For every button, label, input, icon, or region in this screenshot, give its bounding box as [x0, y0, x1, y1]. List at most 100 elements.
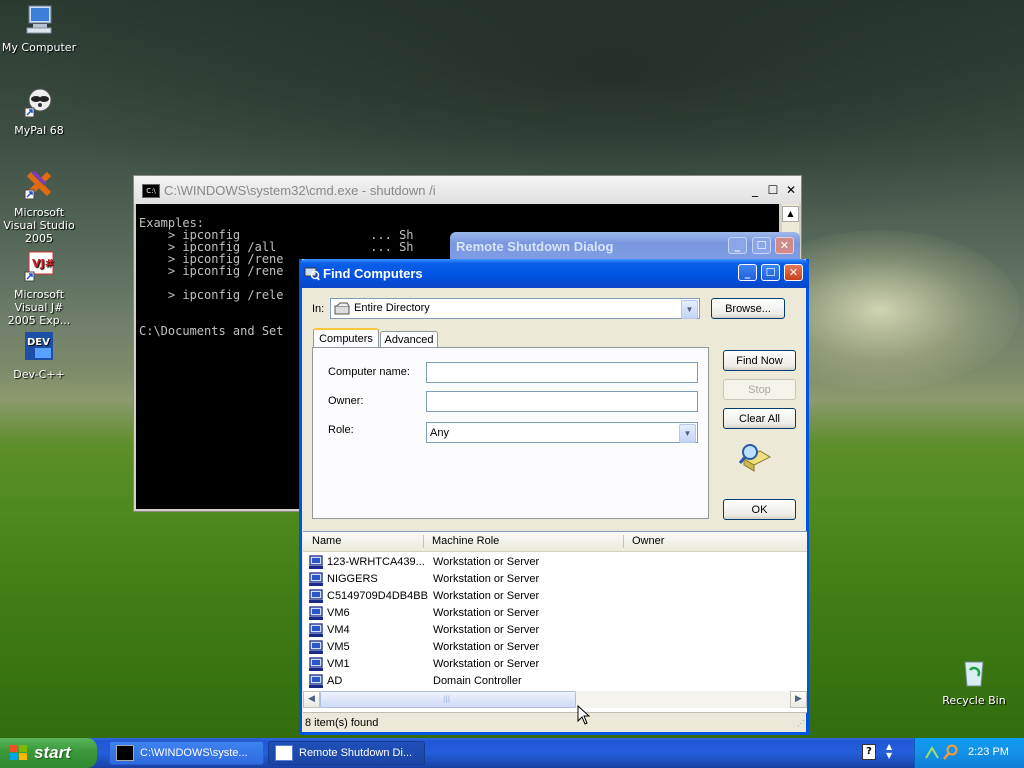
find-computers-window[interactable]: Find Computers _ ☐ ✕ In: Entire Director… — [299, 259, 809, 735]
minimize-icon[interactable]: _ — [728, 237, 747, 254]
desktop-icon-mypal[interactable]: MyPal 68 — [0, 86, 79, 137]
close-icon[interactable]: ✕ — [775, 237, 794, 254]
computer-icon — [309, 656, 323, 671]
table-row[interactable]: VM4 Workstation or Server — [309, 621, 539, 638]
minimize-icon[interactable]: _ — [746, 182, 764, 198]
computer-icon — [309, 554, 323, 569]
results-hscrollbar[interactable]: ◀ ||| ▶ — [303, 691, 807, 708]
computer-icon — [309, 622, 323, 637]
search-icon[interactable] — [943, 744, 959, 760]
role-dropdown[interactable]: Any ▼ — [426, 422, 698, 443]
console-icon — [116, 745, 134, 761]
taskbar-item-remote-shutdown[interactable]: Remote Shutdown Di... — [268, 741, 425, 765]
find-computers-titlebar[interactable]: Find Computers _ ☐ ✕ — [299, 259, 809, 288]
row-role: Workstation or Server — [433, 606, 540, 619]
remote-shutdown-window[interactable]: Remote Shutdown Dialog _ ☐ ✕ — [450, 232, 800, 262]
desktop-icon-recycle-bin[interactable]: Recycle Bin — [934, 656, 1014, 707]
maximize-icon[interactable]: ☐ — [752, 237, 771, 254]
computer-icon — [309, 673, 323, 688]
table-row[interactable]: AD Domain Controller — [309, 672, 522, 689]
close-icon[interactable]: ✕ — [782, 182, 800, 198]
results-list[interactable]: Name Machine Role Owner 123-WRHTCA439...… — [303, 531, 807, 712]
clock[interactable]: 2:23 PM — [968, 746, 1009, 758]
scroll-right-icon[interactable]: ▶ — [790, 691, 807, 708]
role-dropdown-value: Any — [430, 427, 449, 439]
taskbar-item-label: C:\WINDOWS\syste... — [140, 747, 248, 759]
taskbar-item-cmd[interactable]: C:\WINDOWS\syste... — [109, 741, 264, 765]
close-icon[interactable]: ✕ — [784, 264, 803, 281]
desktop-icon-dev-cpp[interactable]: DEV Dev-C++ — [0, 330, 79, 381]
desktop-icon-my-computer[interactable]: My Computer — [0, 3, 79, 54]
table-row[interactable]: VM5 Workstation or Server — [309, 638, 539, 655]
cmd-titlebar[interactable]: C:\ C:\WINDOWS\system32\cmd.exe - shutdo… — [134, 176, 801, 204]
ok-button[interactable]: OK — [723, 499, 796, 520]
browse-button[interactable]: Browse... — [711, 298, 785, 319]
row-name: NIGGERS — [327, 572, 378, 585]
table-row[interactable]: C5149709D4DB4BB Workstation or Server — [309, 587, 539, 604]
raccoon-icon — [24, 88, 52, 118]
start-button[interactable]: start — [0, 738, 97, 768]
desktop-icon-label: Microsoft Visual Studio 2005 — [3, 206, 75, 245]
start-label: start — [34, 743, 71, 762]
visual-jsharp-icon: VJ# — [24, 251, 54, 282]
row-role: Workstation or Server — [433, 572, 540, 585]
computer-name-input[interactable] — [426, 362, 698, 383]
column-header-name[interactable]: Name — [312, 535, 341, 547]
svg-text:VJ#: VJ# — [32, 257, 54, 270]
clear-all-button[interactable]: Clear All — [723, 408, 796, 429]
resize-grip-icon[interactable]: ⋰ — [797, 719, 805, 728]
stop-button[interactable]: Stop — [723, 379, 796, 400]
chevron-down-icon[interactable]: ▼ — [681, 300, 698, 319]
console-line: > ipconfig /rele — [139, 288, 284, 302]
row-name: C5149709D4DB4BB — [327, 589, 428, 602]
status-text: 8 item(s) found — [305, 717, 379, 729]
table-row[interactable]: NIGGERS Workstation or Server — [309, 570, 539, 587]
computer-icon — [309, 639, 323, 654]
row-role: Workstation or Server — [433, 623, 540, 636]
column-divider[interactable] — [623, 535, 624, 548]
column-header-machine-role[interactable]: Machine Role — [432, 535, 499, 547]
windows-logo-icon — [10, 745, 27, 760]
maximize-icon[interactable]: ☐ — [764, 182, 782, 198]
column-header-owner[interactable]: Owner — [632, 535, 664, 547]
row-name: VM6 — [327, 606, 350, 619]
console-line: C:\Documents and Set — [139, 324, 284, 338]
in-dropdown[interactable]: Entire Directory ▼ — [330, 298, 700, 319]
minimize-icon[interactable]: _ — [738, 264, 757, 281]
desktop-icon-visual-studio[interactable]: Microsoft Visual Studio 2005 — [0, 168, 79, 245]
desktop-icon-label: Microsoft Visual J# 2005 Exp... — [7, 288, 71, 327]
help-icon[interactable]: ? — [862, 744, 876, 760]
dev-cpp-icon: DEV — [25, 332, 53, 360]
directory-icon — [334, 302, 350, 315]
find-now-button[interactable]: Find Now — [723, 350, 796, 371]
owner-input[interactable] — [426, 391, 698, 412]
desktop-icon-label: My Computer — [1, 41, 77, 54]
in-label: In: — [312, 303, 325, 315]
row-role: Workstation or Server — [433, 657, 540, 670]
table-row[interactable]: VM1 Workstation or Server — [309, 655, 539, 672]
taskbar: start C:\WINDOWS\syste... Remote Shutdow… — [0, 738, 1024, 768]
computer-icon — [309, 571, 323, 586]
column-divider[interactable] — [423, 535, 424, 548]
computer-icon — [309, 605, 323, 620]
find-computers-title: Find Computers — [323, 266, 423, 281]
role-label: Role: — [328, 424, 354, 436]
network-icon[interactable] — [924, 744, 940, 760]
scroll-thumb[interactable]: ||| — [320, 691, 576, 708]
scroll-left-icon[interactable]: ◀ — [303, 691, 320, 708]
window-icon — [275, 745, 293, 761]
find-computers-icon — [304, 267, 320, 281]
scroll-up-icon[interactable]: ▲ — [782, 206, 799, 222]
chevron-down-icon[interactable]: ▼ — [679, 424, 696, 443]
row-name: VM4 — [327, 623, 350, 636]
desktop-icon-label: Dev-C++ — [13, 368, 65, 381]
row-name: 123-WRHTCA439... — [327, 555, 425, 568]
language-toggle-icon[interactable]: ▲ ▼ — [886, 742, 892, 760]
table-row[interactable]: 123-WRHTCA439... Workstation or Server — [309, 553, 539, 570]
search-animation-icon — [738, 444, 772, 472]
owner-label: Owner: — [328, 395, 364, 407]
desktop-icon-visual-jsharp[interactable]: VJ# Microsoft Visual J# 2005 Exp... — [0, 250, 79, 327]
maximize-icon[interactable]: ☐ — [761, 264, 780, 281]
table-row[interactable]: VM6 Workstation or Server — [309, 604, 539, 621]
remote-shutdown-titlebar[interactable]: Remote Shutdown Dialog _ ☐ ✕ — [450, 232, 800, 260]
